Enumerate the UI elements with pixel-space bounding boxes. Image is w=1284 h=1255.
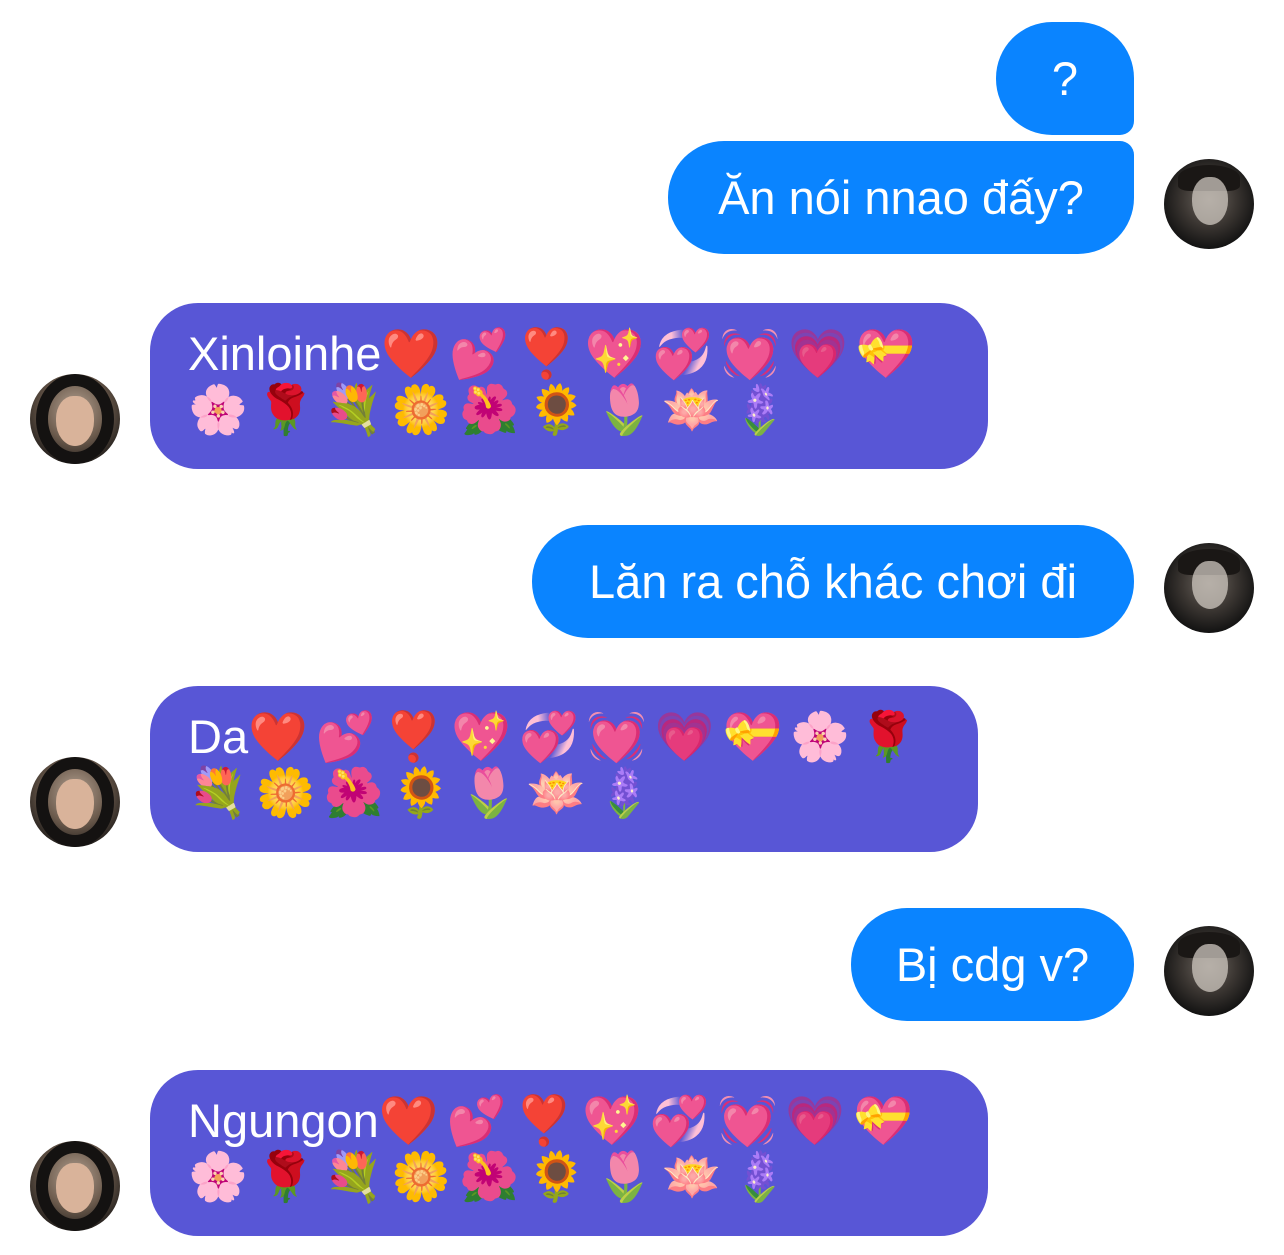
outgoing-message-bubble[interactable]: Ăn nói nnao đấy? xyxy=(668,141,1134,254)
my-avatar[interactable] xyxy=(1164,159,1254,249)
my-avatar[interactable] xyxy=(1164,543,1254,633)
message-text: Xinloinhe xyxy=(188,327,382,380)
avatar-hood xyxy=(36,1141,114,1231)
incoming-message-bubble[interactable]: Ngungon❤️💕❣️💖💞💓💗💝 🌸🌹💐🌼🌺🌻🌷🪷🪻 xyxy=(150,1070,988,1236)
message-text: Da xyxy=(188,710,249,763)
message-text-line: Xinloinhe❤️💕❣️💖💞💓💗💝 xyxy=(188,325,950,382)
outgoing-message-bubble[interactable]: Lăn ra chỗ khác chơi đi xyxy=(532,525,1134,638)
incoming-message-bubble[interactable]: Xinloinhe❤️💕❣️💖💞💓💗💝 🌸🌹💐🌼🌺🌻🌷🪷🪻 xyxy=(150,303,988,469)
message-text: Bị cdg v? xyxy=(895,938,1090,991)
message-text: Lăn ra chỗ khác chơi đi xyxy=(588,555,1078,608)
message-text: Ngungon xyxy=(188,1094,379,1147)
avatar-hood xyxy=(36,757,114,847)
emoji-sequence: 🌸🌹💐🌼🌺🌻🌷🪷🪻 xyxy=(188,382,798,438)
emoji-sequence: ❤️💕❣️💖💞💓💗💝 xyxy=(381,326,924,382)
emoji-sequence: 🌸🌹💐🌼🌺🌻🌷🪷🪻 xyxy=(188,1149,798,1205)
message-text: ? xyxy=(1051,52,1079,105)
my-avatar[interactable] xyxy=(1164,926,1254,1016)
avatar-face xyxy=(1192,944,1228,992)
avatar-hood xyxy=(36,374,114,464)
avatar-face xyxy=(1192,177,1228,225)
contact-avatar[interactable] xyxy=(30,757,120,847)
emoji-sequence: ❤️💕❣️💖💞💓💗💝 xyxy=(378,1093,921,1149)
message-text-line: Ngungon❤️💕❣️💖💞💓💗💝 xyxy=(188,1092,950,1149)
message-text: Ăn nói nnao đấy? xyxy=(718,171,1084,224)
outgoing-message-bubble[interactable]: ? xyxy=(996,22,1134,135)
incoming-message-bubble[interactable]: Da❤️💕❣️💖💞💓💗💝🌸🌹 💐🌼🌺🌻🌷🪷🪻 xyxy=(150,686,978,852)
contact-avatar[interactable] xyxy=(30,374,120,464)
avatar-face xyxy=(1192,561,1228,609)
emoji-sequence: ❤️💕❣️💖💞💓💗💝🌸🌹 xyxy=(248,709,926,765)
message-text-line: Da❤️💕❣️💖💞💓💗💝🌸🌹 xyxy=(188,708,940,765)
outgoing-message-bubble[interactable]: Bị cdg v? xyxy=(851,908,1134,1021)
contact-avatar[interactable] xyxy=(30,1141,120,1231)
emoji-sequence: 💐🌼🌺🌻🌷🪷🪻 xyxy=(188,765,663,821)
